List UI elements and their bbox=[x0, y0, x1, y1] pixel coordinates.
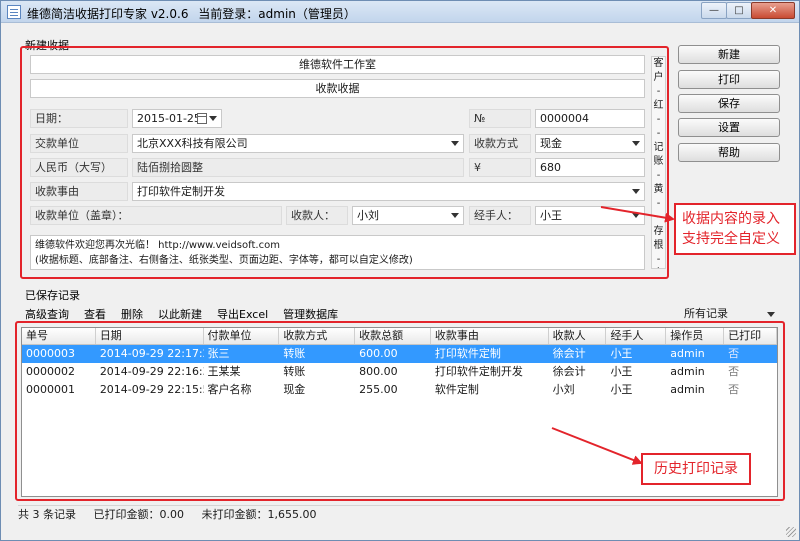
settings-button[interactable]: 设置 bbox=[678, 118, 780, 137]
app-icon bbox=[7, 5, 21, 19]
advanced-search-button[interactable]: 高级查询 bbox=[25, 306, 69, 321]
app-window: 维德简洁收据打印专家 v2.0.6 当前登录：admin（管理员） — □ ✕ … bbox=[0, 0, 800, 541]
save-button[interactable]: 保存 bbox=[678, 94, 780, 113]
record-count: 共 3 条记录 bbox=[18, 508, 76, 521]
help-button[interactable]: 帮助 bbox=[678, 143, 780, 162]
annotation-line-1: 收据内容的录入 bbox=[682, 211, 780, 227]
status-bar: 共 3 条记录 已打印金额：0.00 未打印金额：1,655.00 bbox=[18, 505, 780, 523]
title-bar: 维德简洁收据打印专家 v2.0.6 当前登录：admin（管理员） — □ ✕ bbox=[1, 1, 799, 23]
form-highlight-frame bbox=[20, 46, 669, 279]
login-info: 当前登录：admin（管理员） bbox=[198, 7, 356, 21]
new-button[interactable]: 新建 bbox=[678, 45, 780, 64]
annotation-form-callout: 收据内容的录入 支持完全自定义 bbox=[674, 203, 796, 255]
filter-value: 所有记录 bbox=[684, 307, 728, 320]
annotation-line-2: 支持完全自定义 bbox=[682, 231, 780, 247]
resize-grip-icon[interactable] bbox=[786, 527, 796, 537]
window-controls: — □ ✕ bbox=[701, 2, 795, 19]
manage-database-button[interactable]: 管理数据库 bbox=[283, 306, 338, 321]
chevron-down-icon[interactable] bbox=[767, 312, 775, 317]
export-excel-button[interactable]: 导出Excel bbox=[217, 306, 268, 321]
window-title: 维德简洁收据打印专家 v2.0.6 当前登录：admin（管理员） bbox=[27, 5, 362, 22]
unprinted-amount: 未打印金额：1,655.00 bbox=[201, 508, 317, 521]
records-filter-select[interactable]: 所有记录 bbox=[681, 306, 780, 322]
close-button[interactable]: ✕ bbox=[751, 2, 795, 19]
delete-button[interactable]: 删除 bbox=[121, 306, 143, 321]
new-from-this-button[interactable]: 以此新建 bbox=[158, 306, 202, 321]
minimize-button[interactable]: — bbox=[701, 2, 727, 19]
annotation-history-callout: 历史打印记录 bbox=[641, 453, 751, 485]
print-button[interactable]: 打印 bbox=[678, 70, 780, 89]
maximize-button[interactable]: □ bbox=[726, 2, 752, 19]
printed-amount: 已打印金额：0.00 bbox=[93, 508, 185, 521]
records-toolbar: 高级查询 查看 删除 以此新建 导出Excel 管理数据库 bbox=[25, 306, 353, 321]
saved-records-label: 已保存记录 bbox=[25, 289, 80, 302]
app-title: 维德简洁收据打印专家 v2.0.6 bbox=[27, 7, 189, 21]
view-button[interactable]: 查看 bbox=[84, 306, 106, 321]
